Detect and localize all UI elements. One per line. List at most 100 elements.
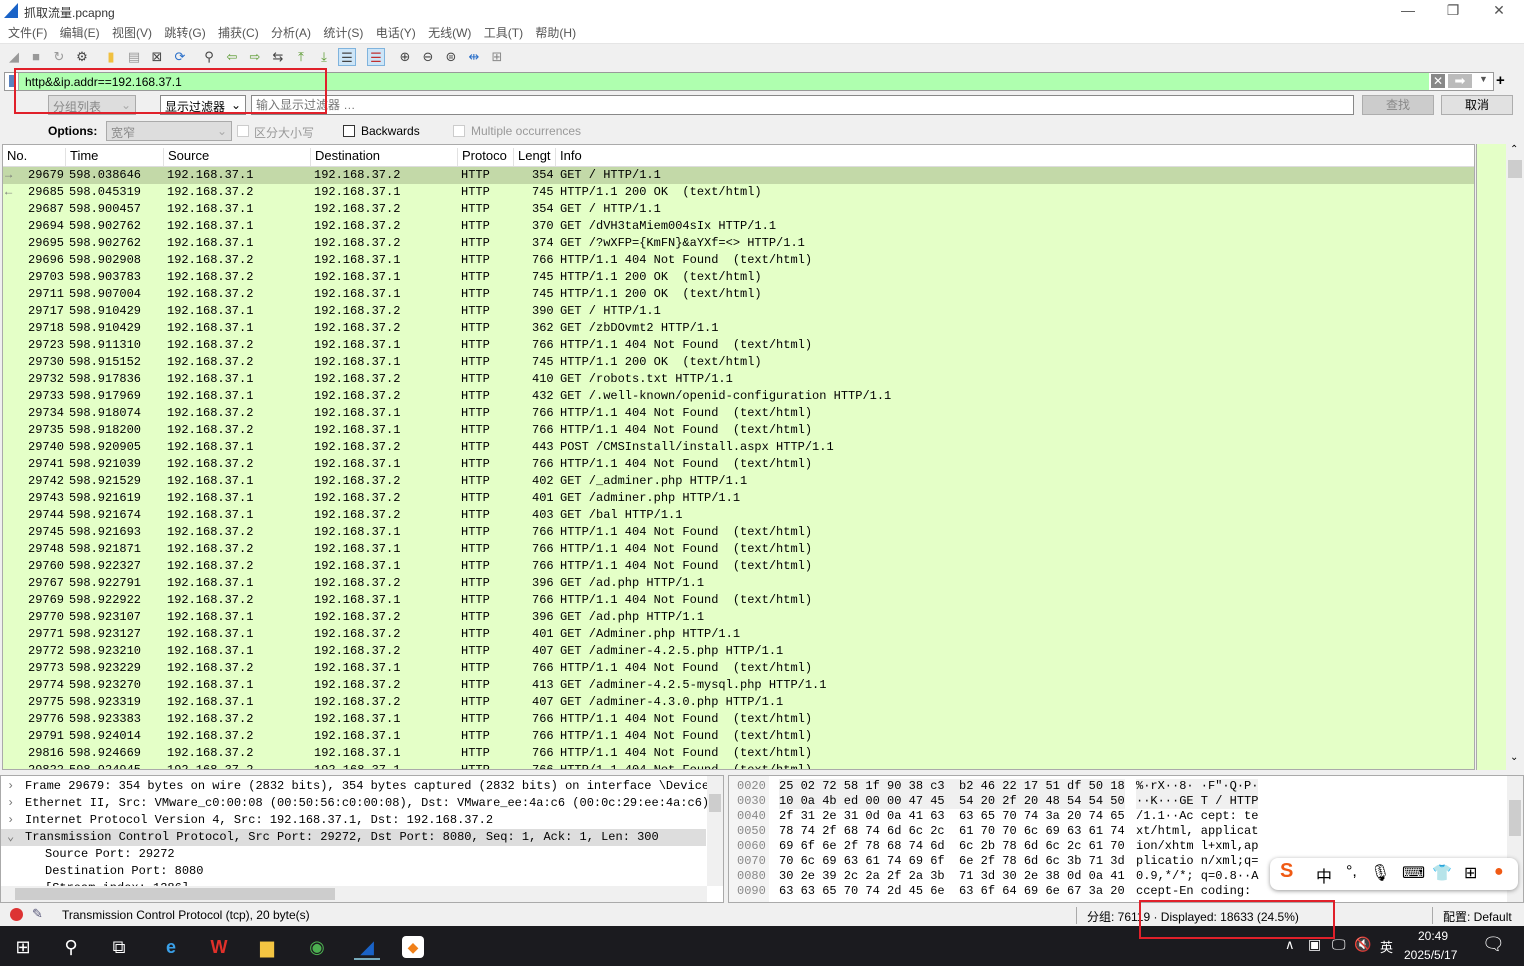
case-sensitive-checkbox[interactable] <box>237 125 249 137</box>
packet-row[interactable]: 29718 598.910429 192.168.37.1 192.168.37.2 H… <box>3 320 1474 337</box>
search-input[interactable] <box>251 95 1354 115</box>
close-button[interactable]: ✕ <box>1484 2 1514 20</box>
tray-overflow-icon[interactable]: ∧ <box>1285 937 1295 953</box>
multiple-occurrences-checkbox[interactable] <box>453 125 465 137</box>
packet-row[interactable]: 29723 598.911310 192.168.37.2 192.168.37.1 H… <box>3 337 1474 354</box>
detail-tree-item[interactable]: › Frame 29679: 354 bytes on wire (2832 bi… <box>1 778 723 795</box>
clock-time[interactable]: 20:49 <box>1418 929 1448 943</box>
menu-help[interactable]: 帮助(H) <box>535 22 576 44</box>
capture-comment-icon[interactable]: ✎ <box>32 906 43 922</box>
packet-row[interactable]: ← 29685 598.045319 192.168.37.2 192.168.37.1… <box>3 184 1474 201</box>
menu-capture[interactable]: 捕获(C) <box>218 22 259 44</box>
skin-icon[interactable]: 👕 <box>1432 863 1452 883</box>
packet-minimap[interactable] <box>1476 144 1506 770</box>
scroll-up-icon[interactable]: ⌃ <box>1510 144 1518 155</box>
backwards-checkbox[interactable] <box>343 125 355 137</box>
colorize-icon[interactable]: ☰ <box>367 48 385 66</box>
capture-options-icon[interactable]: ⚙ <box>73 48 91 66</box>
add-filter-button[interactable]: + <box>1496 72 1505 89</box>
menu-go[interactable]: 跳转(G) <box>164 22 205 44</box>
packet-row[interactable]: 29775 598.923319 192.168.37.1 192.168.37.2 H… <box>3 694 1474 711</box>
find-button[interactable]: 查找 <box>1362 95 1434 115</box>
packet-row[interactable]: 29734 598.918074 192.168.37.2 192.168.37.1 H… <box>3 405 1474 422</box>
restore-button[interactable]: ❐ <box>1438 2 1468 20</box>
hex-ascii[interactable]: /1.1··Ac cept: te <box>1136 809 1258 824</box>
first-packet-icon[interactable]: ⤒ <box>292 48 310 66</box>
search-icon[interactable]: ⚲ <box>58 934 84 960</box>
packet-row[interactable]: 29776 598.923383 192.168.37.2 192.168.37.1 H… <box>3 711 1474 728</box>
zoom-in-icon[interactable]: ⊕ <box>396 48 414 66</box>
go-forward-icon[interactable]: ⇨ <box>246 48 264 66</box>
packet-row[interactable]: 29742 598.921529 192.168.37.1 192.168.37.2 H… <box>3 473 1474 490</box>
expand-chevron-icon[interactable]: ⌄ <box>7 829 14 846</box>
hex-ascii[interactable]: ccept-En coding: <box>1136 884 1258 899</box>
packet-row[interactable]: 29740 598.920905 192.168.37.1 192.168.37.2 H… <box>3 439 1474 456</box>
microphone-icon[interactable]: 🎙 <box>1370 863 1390 883</box>
expert-info-icon[interactable] <box>10 908 23 921</box>
column-protocol[interactable]: Protoco <box>457 148 507 166</box>
packet-row[interactable]: 29769 598.922922 192.168.37.2 192.168.37.1 H… <box>3 592 1474 609</box>
cancel-button[interactable]: 取消 <box>1441 95 1513 115</box>
packet-row[interactable]: 29730 598.915152 192.168.37.2 192.168.37.1 H… <box>3 354 1474 371</box>
column-length[interactable]: Lengt <box>513 148 551 166</box>
packet-row[interactable]: 29741 598.921039 192.168.37.2 192.168.37.1 H… <box>3 456 1474 473</box>
reload-file-icon[interactable]: ⟳ <box>171 48 189 66</box>
filter-history-dropdown-icon[interactable]: ▼ <box>1479 74 1488 84</box>
detail-tree-item[interactable]: Source Port: 29272 <box>1 846 706 863</box>
menu-view[interactable]: 视图(V) <box>112 22 152 44</box>
profile-label[interactable]: 配置: Default <box>1443 908 1512 925</box>
packet-row[interactable]: 29703 598.903783 192.168.37.2 192.168.37.1 H… <box>3 269 1474 286</box>
packet-row[interactable]: → 29679 598.038646 192.168.37.1 192.168.37.2… <box>3 167 1474 184</box>
column-time[interactable]: Time <box>65 148 98 166</box>
layout-icon[interactable]: ⊞ <box>488 48 506 66</box>
detail-tree-item[interactable]: Destination Port: 8080 <box>1 863 706 880</box>
hex-ascii[interactable]: ··K···GE T / HTTP <box>1136 794 1259 809</box>
task-view-icon[interactable]: ⧉ <box>106 934 132 960</box>
mascot-icon[interactable]: ● <box>1494 863 1504 881</box>
input-language[interactable]: 英 <box>1380 937 1393 956</box>
packet-row[interactable]: 29744 598.921674 192.168.37.1 192.168.37.2 H… <box>3 507 1474 524</box>
packet-row[interactable]: 29732 598.917836 192.168.37.1 192.168.37.2 H… <box>3 371 1474 388</box>
hex-ascii[interactable]: plicatio n/xml;q= <box>1136 854 1258 869</box>
scrollbar-thumb[interactable] <box>1508 160 1522 178</box>
scrollbar-thumb[interactable] <box>1509 800 1521 836</box>
notification-icon[interactable]: 🗨 <box>1482 934 1505 955</box>
column-source[interactable]: Source <box>163 148 209 166</box>
file-explorer-icon[interactable]: ▆ <box>254 934 280 960</box>
packet-row[interactable]: 29767 598.922791 192.168.37.1 192.168.37.2 H… <box>3 575 1474 592</box>
packet-row[interactable]: 29770 598.923107 192.168.37.1 192.168.37.2 H… <box>3 609 1474 626</box>
menu-analyze[interactable]: 分析(A) <box>271 22 311 44</box>
windows-start-icon[interactable]: ⊞ <box>10 934 36 960</box>
column-info[interactable]: Info <box>555 148 582 166</box>
minimize-button[interactable]: — <box>1393 2 1423 20</box>
toolbox-icon[interactable]: ⊞ <box>1464 863 1477 883</box>
menu-statistics[interactable]: 统计(S) <box>323 22 363 44</box>
ime-punctuation-icon[interactable]: °, <box>1346 863 1357 881</box>
packet-row[interactable]: 29695 598.902762 192.168.37.1 192.168.37.2 H… <box>3 235 1474 252</box>
packet-row[interactable]: 29711 598.907004 192.168.37.2 192.168.37.1 H… <box>3 286 1474 303</box>
column-destination[interactable]: Destination <box>310 148 380 166</box>
expand-chevron-icon[interactable]: › <box>7 795 14 812</box>
autoscroll-icon[interactable]: ☰ <box>338 48 356 66</box>
app-taskbar-icon[interactable]: ◆ <box>402 936 424 958</box>
packet-row[interactable]: 29774 598.923270 192.168.37.1 192.168.37.2 H… <box>3 677 1474 694</box>
hex-ascii[interactable]: %·rX··8· ·F"·Q·P· <box>1136 779 1259 794</box>
go-back-icon[interactable]: ⇦ <box>223 48 241 66</box>
open-file-icon[interactable]: ▮ <box>102 48 120 66</box>
scroll-down-icon[interactable]: ⌄ <box>1510 752 1518 763</box>
volume-muted-icon[interactable]: 🔇 <box>1354 936 1371 953</box>
hex-bytes[interactable]: 2f 31 2e 31 0d 0a 41 63 63 65 70 74 3a 2… <box>779 809 1125 824</box>
resize-columns-icon[interactable]: ⇹ <box>465 48 483 66</box>
packet-row[interactable]: 29748 598.921871 192.168.37.2 192.168.37.1 H… <box>3 541 1474 558</box>
sogou-logo-icon[interactable]: S <box>1280 860 1293 883</box>
chrome-icon[interactable]: ◉ <box>304 934 330 960</box>
find-packet-icon[interactable]: ⚲ <box>200 48 218 66</box>
packet-row[interactable]: 29694 598.902762 192.168.37.1 192.168.37.2 H… <box>3 218 1474 235</box>
charset-select[interactable]: 宽窄 ⌄ <box>106 121 232 141</box>
apply-filter-icon[interactable]: ➡ <box>1448 74 1472 88</box>
expand-chevron-icon[interactable]: › <box>7 812 14 829</box>
packet-list-scrollbar[interactable]: ⌃ ⌄ <box>1506 144 1524 770</box>
internet-explorer-icon[interactable]: e <box>158 934 184 960</box>
packet-row[interactable]: 29743 598.921619 192.168.37.1 192.168.37.2 H… <box>3 490 1474 507</box>
hex-ascii[interactable]: xt/html, applicat <box>1136 824 1258 839</box>
